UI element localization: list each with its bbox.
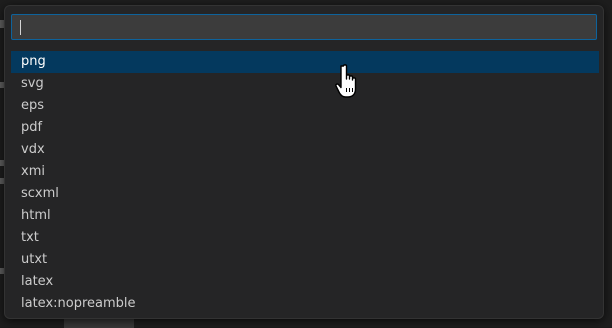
list-item-txt[interactable]: txt <box>11 227 599 249</box>
list-item-eps[interactable]: eps <box>11 95 599 117</box>
quick-pick-input-box[interactable] <box>11 14 597 40</box>
list-item-png[interactable]: png <box>11 51 599 73</box>
list-item-latex-nopreamble[interactable]: latex:nopreamble <box>11 293 599 315</box>
list-item-utxt[interactable]: utxt <box>11 249 599 271</box>
format-list: png svg eps pdf vdx xmi scxml html txt u… <box>11 51 599 315</box>
list-item-pdf[interactable]: pdf <box>11 117 599 139</box>
list-item-xmi[interactable]: xmi <box>11 161 599 183</box>
list-item-html[interactable]: html <box>11 205 599 227</box>
quick-pick-dialog: png svg eps pdf vdx xmi scxml html txt u… <box>4 5 604 319</box>
list-item-latex[interactable]: latex <box>11 271 599 293</box>
list-item-svg[interactable]: svg <box>11 73 599 95</box>
list-item-scxml[interactable]: scxml <box>11 183 599 205</box>
text-caret <box>20 20 21 35</box>
hand-pointer-icon <box>335 64 357 98</box>
quick-pick-input[interactable] <box>12 15 596 39</box>
list-item-vdx[interactable]: vdx <box>11 139 599 161</box>
